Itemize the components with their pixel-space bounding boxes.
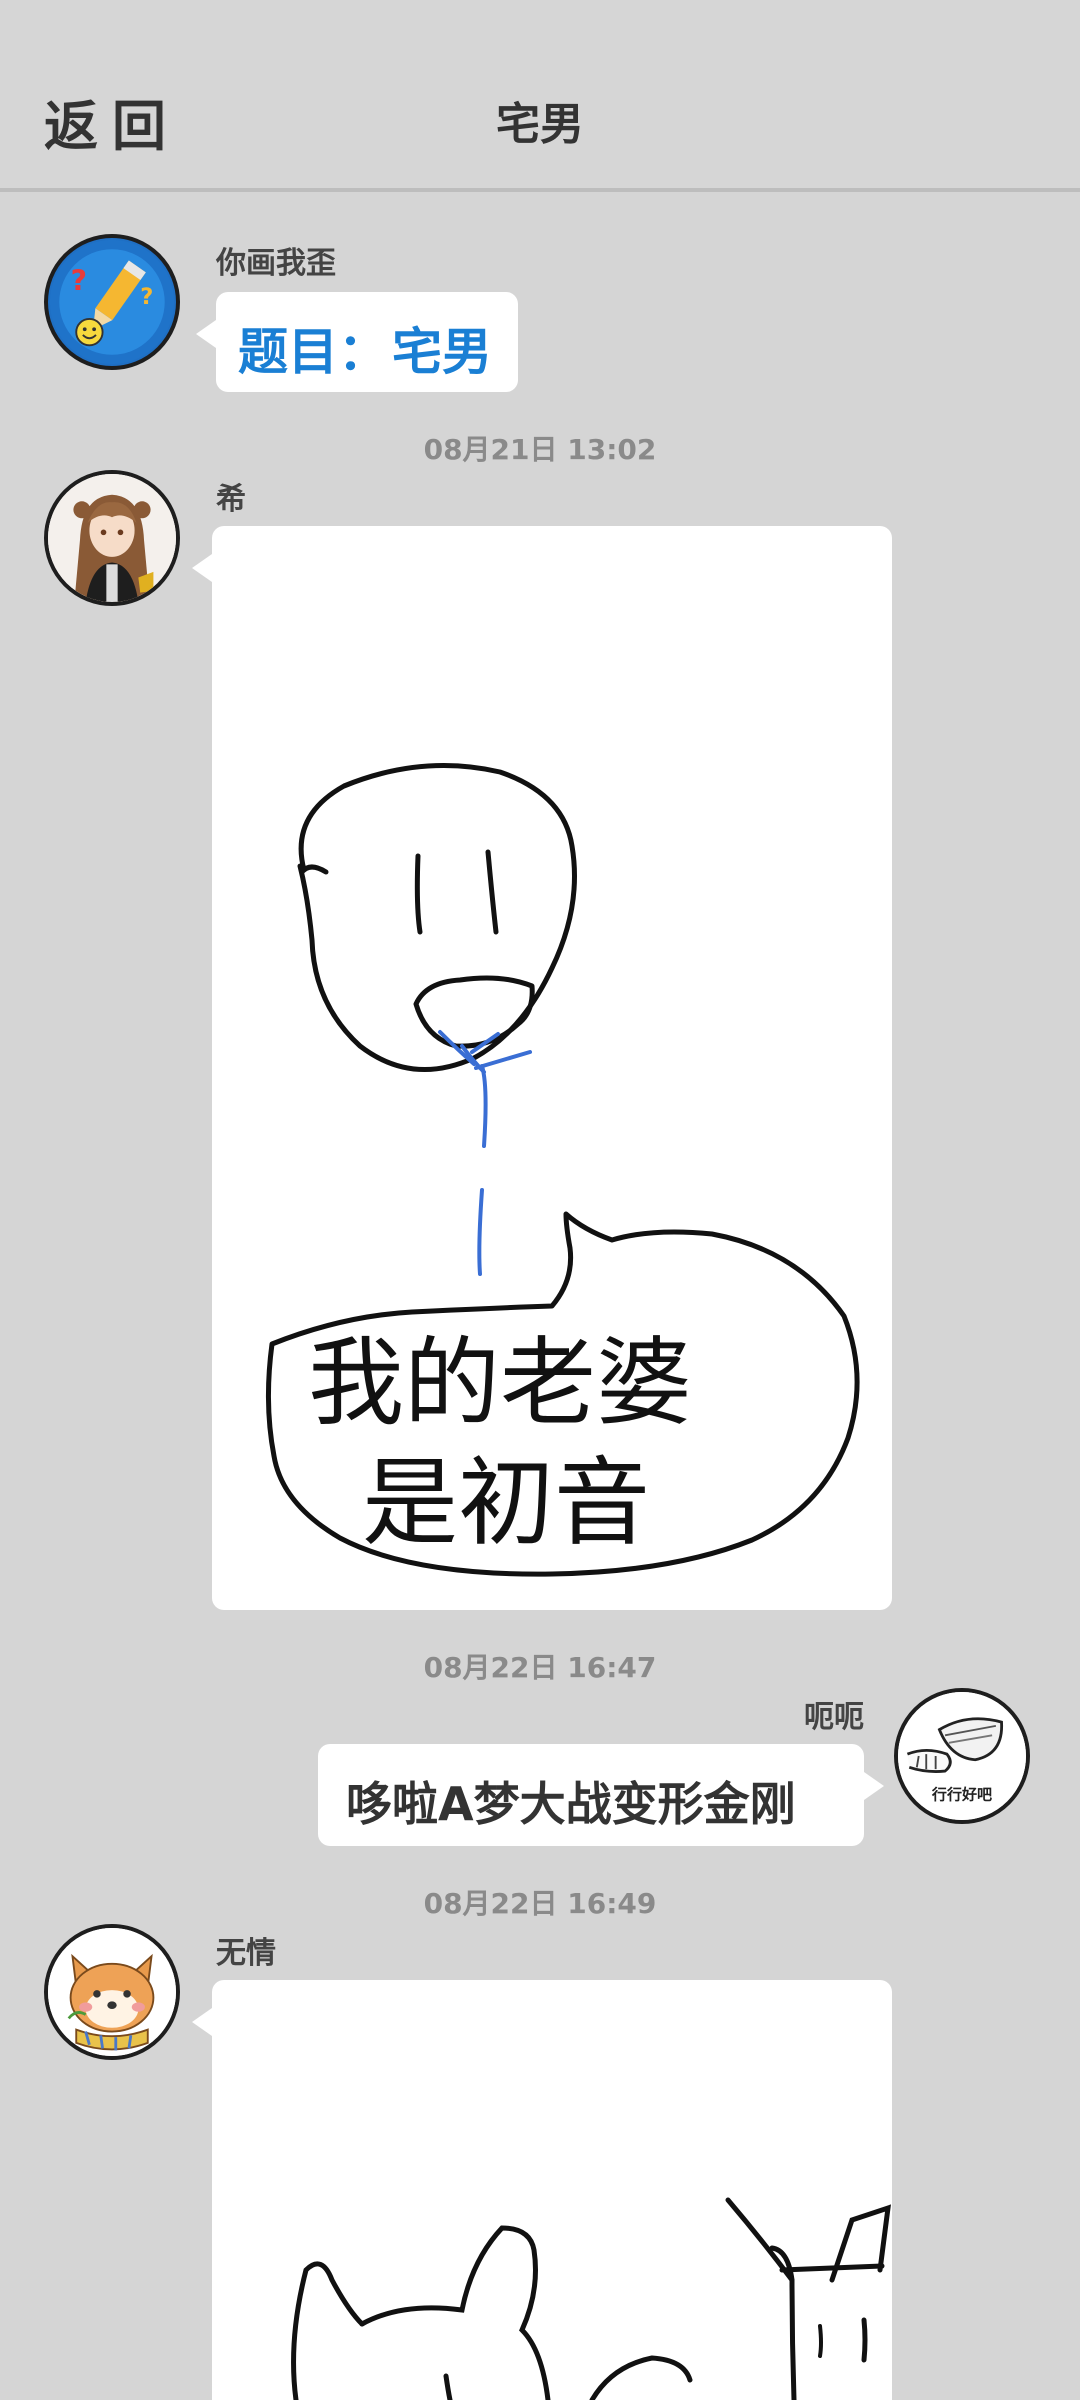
- anime-girl-avatar-icon: [48, 474, 176, 602]
- avatar-caption: 行行好吧: [931, 1785, 992, 1803]
- message-bubble[interactable]: 哆啦A梦大战变形金刚: [318, 1744, 884, 1846]
- chat-screen: 返回 宅男 ? ? 你画我歪 题目： 宅男 08月21日 13:02 希 我的老…: [0, 0, 1080, 2400]
- svg-text:?: ?: [140, 284, 153, 310]
- message-text: 哆啦A梦大战变形金刚: [346, 1777, 796, 1831]
- drawing-text-line2: 是初音: [362, 1447, 650, 1559]
- timestamp: 08月22日 16:47: [423, 1651, 657, 1684]
- pencil-game-logo-icon: ? ?: [49, 239, 175, 365]
- user-avatar[interactable]: [44, 1924, 180, 2060]
- doodle-drawing-cat: [291, 2197, 891, 2400]
- page-title: 宅男: [496, 99, 584, 150]
- timestamp: 08月21日 13:02: [423, 433, 657, 466]
- prompt-label: 题目：: [238, 323, 388, 381]
- drawing-bubble[interactable]: 我的老婆 是初音: [192, 526, 892, 1610]
- sender-name: 呃呃: [804, 1700, 864, 1735]
- shiba-dog-avatar-icon: [48, 1928, 176, 2056]
- sender-name: 你画我歪: [216, 246, 336, 281]
- bowl-hand-avatar-icon: 行行好吧: [898, 1692, 1026, 1820]
- drawing-bubble[interactable]: [192, 1980, 892, 2400]
- sender-name: 无情: [216, 1936, 276, 1971]
- game-logo-avatar[interactable]: ? ?: [44, 234, 180, 370]
- top-bar: 返回 宅男: [0, 0, 1080, 192]
- prompt-bubble[interactable]: 题目： 宅男: [196, 292, 518, 392]
- user-avatar[interactable]: [44, 470, 180, 606]
- user-avatar[interactable]: 行行好吧: [894, 1688, 1030, 1824]
- prompt-word: 宅男: [392, 323, 492, 381]
- timestamp: 08月22日 16:49: [423, 1887, 657, 1920]
- svg-text:?: ?: [71, 265, 87, 298]
- sender-name: 希: [216, 482, 246, 517]
- drawing-text-line1: 我的老婆: [308, 1327, 692, 1439]
- doodle-drawing: 我的老婆 是初音: [265, 763, 860, 1577]
